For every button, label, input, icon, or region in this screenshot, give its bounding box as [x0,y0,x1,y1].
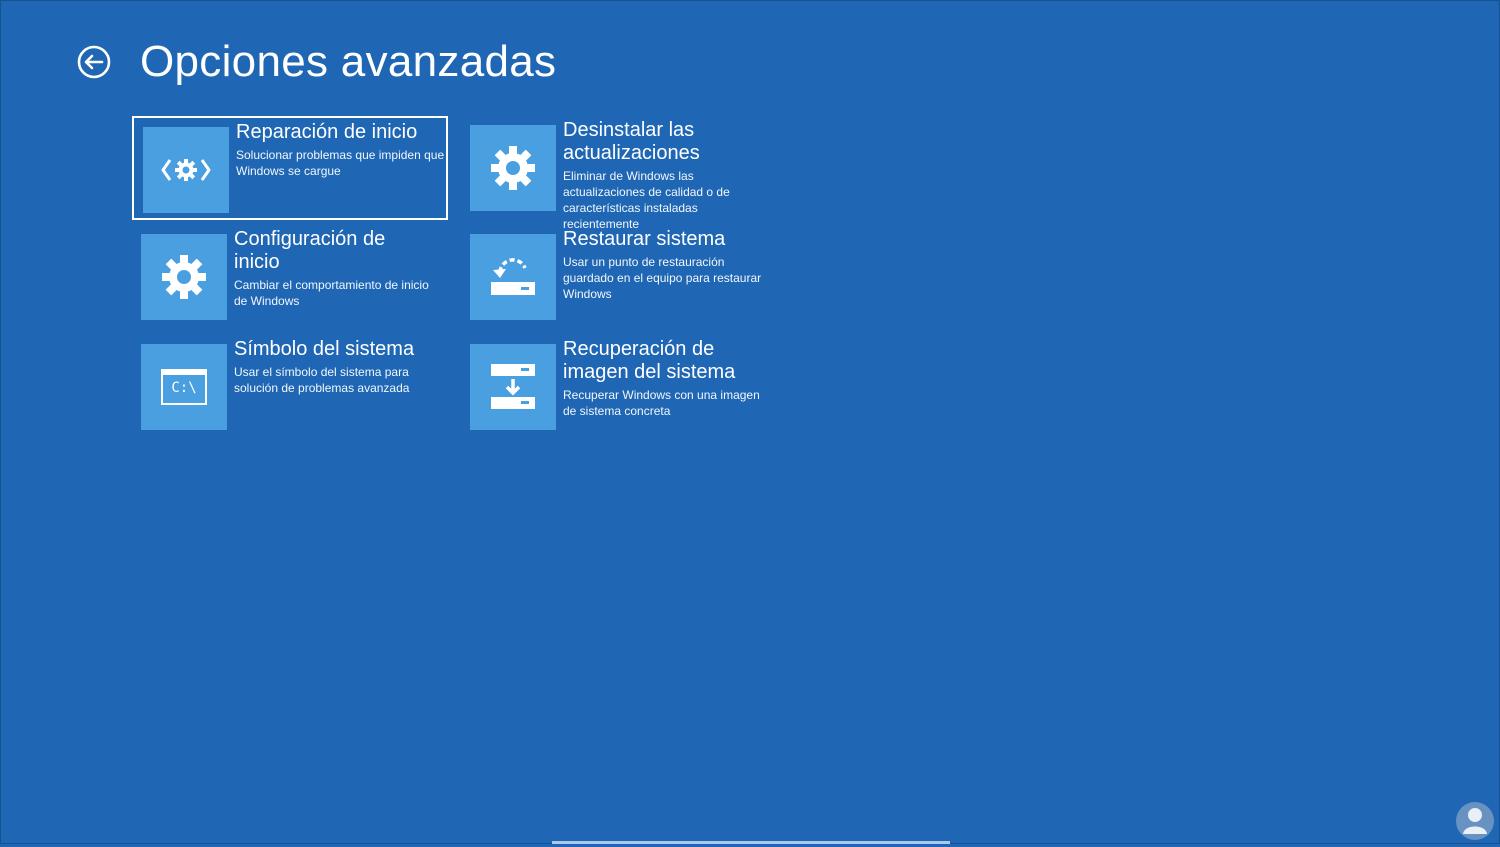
command-prompt-text: C:\ [171,380,197,396]
option-description: Solucionar problemas que impiden que Win… [236,148,445,178]
option-title: Configuración de inicio [234,228,386,273]
option-tile [470,234,556,320]
back-arrow-icon [77,45,111,79]
option-uninstall-updates[interactable]: Desinstalar las actualizaciones Eliminar… [461,116,777,231]
option-title: Restaurar sistema [563,228,726,250]
option-title: Desinstalar las actualizaciones [563,119,700,164]
option-description: Eliminar de Windows las actualizaciones … [563,169,730,231]
gear-icon [162,255,206,299]
option-tile [470,344,556,430]
option-tile [141,234,227,320]
option-description: Usar el símbolo del sistema para solució… [234,365,410,395]
page-title: Opciones avanzadas [140,37,557,86]
option-system-image-recovery[interactable]: Recuperación de imagen del sistema Recup… [461,335,777,439]
watermark-person-icon [1456,802,1494,840]
option-description: Usar un punto de restauración guardado e… [563,255,762,301]
system-image-recovery-icon [491,364,535,409]
option-title: Recuperación de imagen del sistema [563,338,736,383]
option-command-prompt[interactable]: C:\ Símbolo del sistema Usar el símbolo … [132,335,448,439]
option-startup-repair[interactable]: Reparación de inicio Solucionar problema… [132,116,448,220]
gear-icon [491,146,535,190]
startup-repair-icon [161,159,211,181]
option-system-restore[interactable]: Restaurar sistema Usar un punto de resta… [461,225,777,329]
back-button[interactable] [76,44,112,80]
option-startup-settings[interactable]: Configuración de inicio Cambiar el compo… [132,225,448,329]
option-tile: C:\ [141,344,227,430]
option-tile [470,125,556,211]
option-tile [143,127,229,213]
option-description: Recuperar Windows con una imagen de sist… [563,388,760,418]
option-description: Cambiar el comportamiento de inicio de W… [234,278,429,308]
command-prompt-icon: C:\ [161,369,207,405]
system-restore-icon [491,258,535,295]
watermark-logo [1454,800,1496,842]
